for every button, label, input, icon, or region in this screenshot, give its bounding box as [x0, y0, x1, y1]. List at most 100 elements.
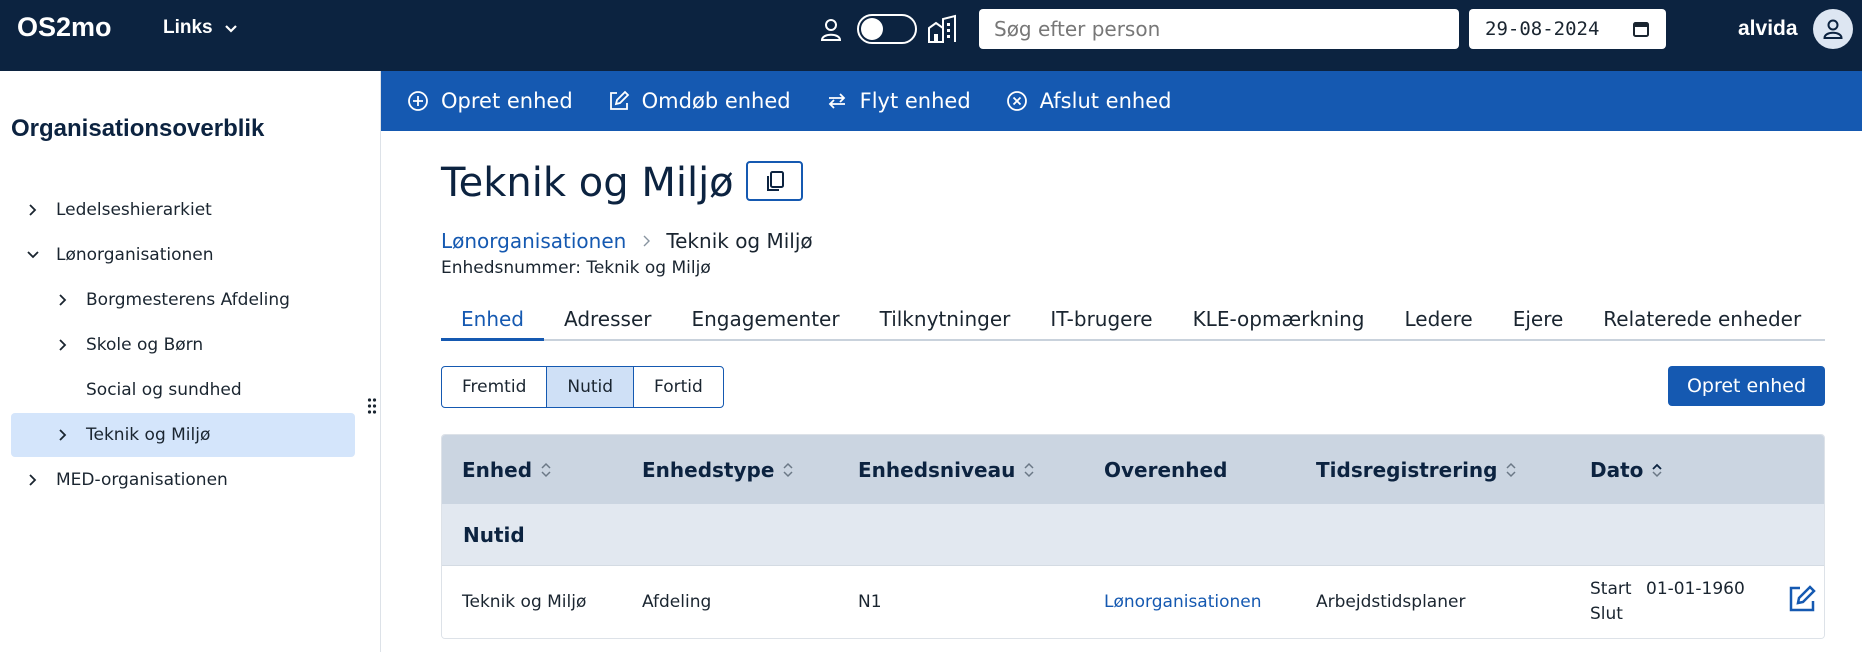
sidebar-title: Organisationsoverblik	[11, 115, 265, 142]
tree-item-label: Ledelseshierarkiet	[56, 200, 212, 220]
terminate-unit-label: Afslut enhed	[1039, 89, 1172, 113]
move-unit-action[interactable]: Flyt enhed	[826, 89, 971, 113]
edit-icon[interactable]	[1787, 584, 1817, 614]
column-label: Tidsregistrering	[1316, 457, 1498, 482]
chevron-right-icon	[643, 235, 651, 247]
cell-time-registration: Arbejdstidsplaner	[1316, 592, 1466, 612]
tab-it-brugere[interactable]: IT-brugere	[1030, 303, 1172, 341]
cell-level: N1	[858, 592, 882, 612]
unit-number: Enhedsnummer: Teknik og Miljø	[441, 258, 711, 278]
filter-fortid[interactable]: Fortid	[634, 367, 723, 407]
top-navbar: OS2mo Links 29-08-2024 alvida	[0, 0, 1862, 71]
tab-kle-opmaerkning[interactable]: KLE-opmærkning	[1173, 303, 1385, 341]
chevron-right-icon[interactable]	[56, 293, 70, 307]
chevron-right-icon[interactable]	[56, 428, 70, 442]
start-label: Start	[1590, 579, 1632, 599]
breadcrumb: Lønorganisationen Teknik og Miljø	[441, 229, 813, 253]
create-unit-button[interactable]: Opret enhed	[1668, 366, 1825, 406]
breadcrumb-parent-link[interactable]: Lønorganisationen	[441, 229, 626, 253]
sort-icon	[541, 462, 551, 477]
create-unit-action[interactable]: Opret enhed	[407, 89, 573, 113]
tab-relaterede-enheder[interactable]: Relaterede enheder	[1583, 303, 1821, 341]
cell-unit: Teknik og Miljø	[462, 592, 587, 612]
chevron-right-icon[interactable]	[56, 338, 70, 352]
terminate-unit-action[interactable]: Afslut enhed	[1006, 89, 1172, 113]
time-filter: Fremtid Nutid Fortid	[441, 366, 724, 408]
filter-nutid[interactable]: Nutid	[547, 367, 635, 407]
table-row: Teknik og Miljø Afdeling N1 Lønorganisat…	[442, 566, 1824, 638]
cell-date: Start 01-01-1960 Slut	[1590, 577, 1745, 627]
tab-enhed[interactable]: Enhed	[441, 303, 544, 341]
tree-item-label: Lønorganisationen	[56, 245, 214, 265]
copy-button[interactable]	[746, 161, 803, 201]
search-input[interactable]	[979, 9, 1459, 49]
brand-logo[interactable]: OS2mo	[17, 12, 112, 43]
tree-item-teknik-og-miljo[interactable]: Teknik og Miljø	[11, 413, 355, 457]
chevron-right-icon[interactable]	[26, 203, 40, 217]
close-circle-icon	[1006, 91, 1027, 111]
date-picker[interactable]: 29-08-2024	[1469, 9, 1666, 49]
chevron-down-icon	[224, 25, 237, 33]
move-unit-label: Flyt enhed	[859, 89, 971, 113]
tree-item-social-og-sundhed[interactable]: Social og sundhed	[86, 368, 242, 412]
filter-fremtid[interactable]: Fremtid	[442, 367, 548, 407]
tab-engagementer[interactable]: Engagementer	[671, 303, 859, 341]
column-enhedstype[interactable]: Enhedstype	[642, 435, 794, 504]
chevron-down-icon[interactable]	[26, 248, 40, 262]
rename-unit-action[interactable]: Omdøb enhed	[608, 89, 791, 113]
drag-handle-icon[interactable]	[367, 397, 377, 415]
chevron-right-icon[interactable]	[26, 473, 40, 487]
copy-icon	[766, 171, 784, 191]
sort-icon	[783, 462, 793, 477]
tree-item-borgmesterens-afdeling[interactable]: Borgmesterens Afdeling	[56, 278, 290, 322]
search-mode-toggle[interactable]	[857, 14, 917, 44]
create-unit-label: Opret enhed	[441, 89, 573, 113]
sort-ascending-icon	[1652, 463, 1663, 477]
cell-type: Afdeling	[642, 592, 712, 612]
sort-icon	[1506, 462, 1517, 477]
column-overenhed: Overenhed	[1104, 435, 1227, 504]
tree-item-ledelseshierarkiet[interactable]: Ledelseshierarkiet	[26, 188, 212, 232]
column-label: Dato	[1590, 457, 1644, 482]
column-enhed[interactable]: Enhed	[462, 435, 552, 504]
column-label: Enhedsniveau	[858, 457, 1016, 482]
sort-icon	[1024, 462, 1034, 477]
column-dato[interactable]: Dato	[1590, 435, 1663, 504]
page-title: Teknik og Miljø	[441, 160, 734, 206]
sidebar: Organisationsoverblik Ledelseshierarkiet…	[0, 71, 381, 652]
tree-item-label: Teknik og Miljø	[86, 425, 211, 445]
column-label: Overenhed	[1104, 457, 1228, 482]
tab-adresser[interactable]: Adresser	[544, 303, 671, 341]
edit-icon	[609, 90, 629, 110]
end-label: Slut	[1590, 604, 1623, 624]
start-date: 01-01-1960	[1646, 579, 1745, 599]
column-enhedsniveau[interactable]: Enhedsniveau	[858, 435, 1035, 504]
unit-table: Enhed Enhedstype Enhedsniveau Overenhed …	[441, 434, 1825, 639]
tree-item-med-organisationen[interactable]: MED-organisationen	[26, 458, 228, 502]
calendar-icon[interactable]	[1632, 20, 1650, 38]
action-bar: Opret enhed Omdøb enhed Flyt enhed Afslu…	[381, 71, 1862, 131]
username[interactable]: alvida	[1738, 17, 1798, 41]
tree-item-skole-og-born[interactable]: Skole og Børn	[56, 323, 203, 367]
tab-ledere[interactable]: Ledere	[1385, 303, 1493, 341]
links-label: Links	[163, 17, 213, 38]
date-value: 29-08-2024	[1485, 18, 1600, 40]
column-label: Enhedstype	[642, 457, 775, 482]
person-icon	[820, 19, 842, 41]
column-label: Enhed	[462, 457, 533, 482]
table-group-header: Nutid	[442, 504, 1824, 566]
tree-item-lonorganisationen[interactable]: Lønorganisationen	[26, 233, 214, 277]
tree-item-label: Social og sundhed	[86, 380, 242, 400]
tab-ejere[interactable]: Ejere	[1493, 303, 1584, 341]
tree-item-label: MED-organisationen	[56, 470, 228, 490]
tree-item-label: Skole og Børn	[86, 335, 204, 355]
user-icon	[1823, 19, 1843, 39]
avatar[interactable]	[1813, 9, 1853, 49]
tab-tilknytninger[interactable]: Tilknytninger	[860, 303, 1031, 341]
breadcrumb-current: Teknik og Miljø	[666, 229, 813, 253]
table-header: Enhed Enhedstype Enhedsniveau Overenhed …	[442, 435, 1824, 504]
column-tidsregistrering[interactable]: Tidsregistrering	[1316, 435, 1517, 504]
cell-parent-link[interactable]: Lønorganisationen	[1104, 566, 1262, 638]
links-menu[interactable]: Links	[163, 17, 239, 39]
plus-circle-icon	[408, 91, 428, 111]
